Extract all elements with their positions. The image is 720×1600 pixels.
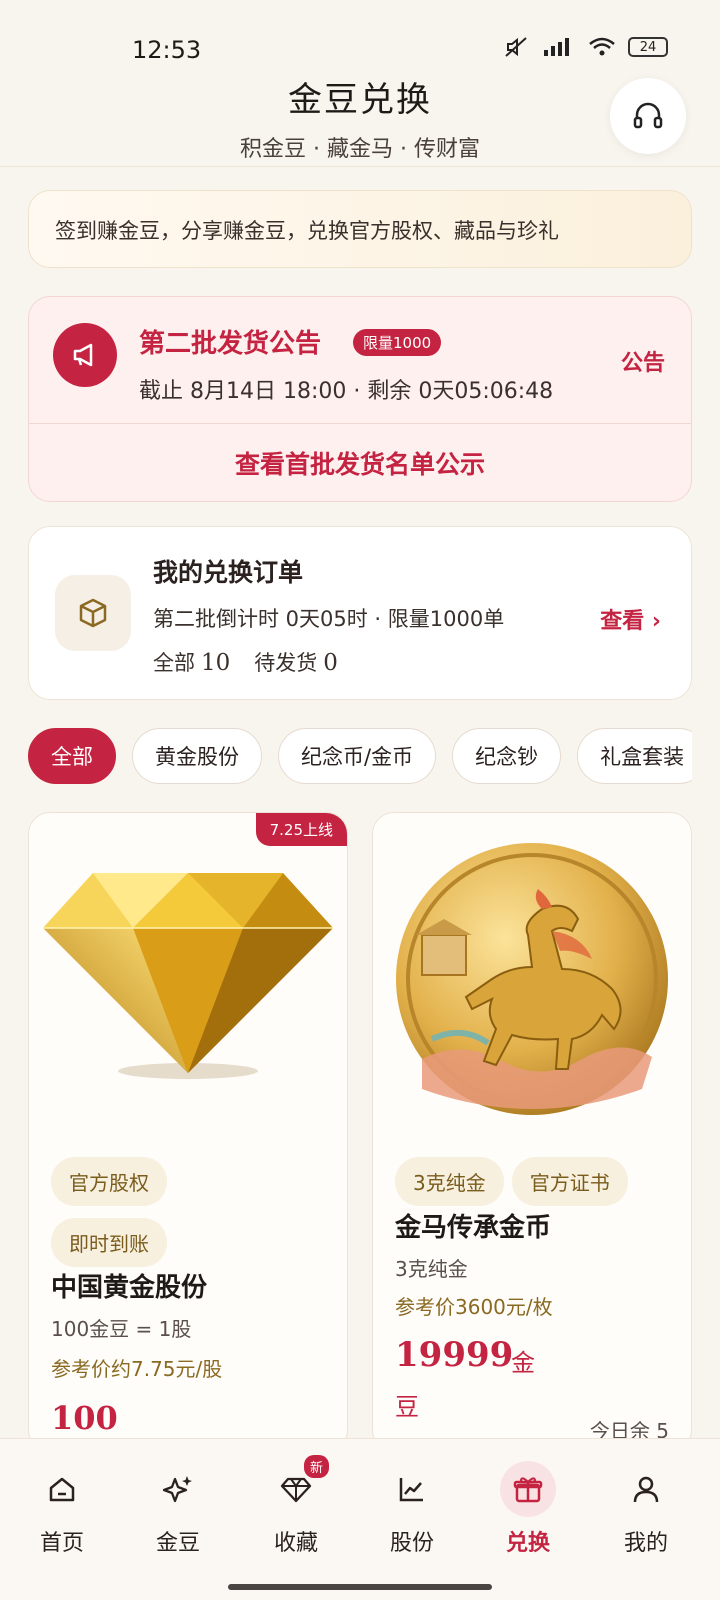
status-time: 12:53 [132,36,202,64]
product-price: 19999 [395,1335,514,1375]
orders-title: 我的兑换订单 [153,558,304,587]
status-icons: 24 [504,36,668,58]
signal-icon [544,38,569,56]
product-card-gold-shares[interactable]: 7.25上线 官方股权 即时到账 中国黄金股份 100金豆 = 1股 参考价约7… [28,812,348,1452]
product-reference-price: 参考价约7.75元/股 [51,1357,223,1381]
orders-pending[interactable]: 待发货 0 [254,647,338,677]
announcement-deadline: 截止 8月14日 18:00 · 剩余 0天05:06:48 [139,379,554,404]
tab-coins[interactable]: 纪念币/金币 [278,728,437,784]
price-unit-cont: 豆 [395,1393,419,1421]
announcement-link[interactable]: 公告 [621,345,665,377]
product-reference-price: 参考价3600元/枚 [395,1295,553,1319]
first-batch-list-link[interactable]: 查看首批发货名单公示 [29,423,691,503]
announcement-card[interactable]: 第二批发货公告 限量1000 截止 8月14日 18:00 · 剩余 0天05:… [28,296,692,502]
nav-profile[interactable]: 我的 [596,1461,696,1557]
price-unit: 金 [511,1349,535,1377]
product-card-gold-horse-coin[interactable]: 3克纯金 官方证书 金马传承金币 3克纯金 参考价3600元/枚 19999 金 … [372,812,692,1452]
new-badge: 新 [304,1455,330,1478]
launch-date-badge: 7.25上线 [255,813,347,846]
wifi-icon [589,37,615,56]
nav-home[interactable]: 首页 [12,1461,112,1557]
page-subtitle: 积金豆 · 藏金马 · 传财富 [240,137,480,162]
user-icon [618,1461,674,1517]
home-indicator[interactable] [228,1584,492,1590]
orders-all[interactable]: 全部 10 [153,647,230,677]
tag-official-equity: 官方股权 [51,1157,167,1206]
customer-service-button[interactable] [610,78,686,154]
tag-pure-gold: 3克纯金 [395,1157,504,1206]
product-name: 中国黄金股份 [51,1273,208,1303]
orders-counts: 全部 10 待发货 0 [153,647,338,677]
orders-countdown: 第二批倒计时 0天05时 · 限量1000单 [153,607,505,631]
product-name: 金马传承金币 [395,1213,552,1243]
nav-shares[interactable]: 股份 [362,1461,462,1557]
chart-icon [384,1461,440,1517]
box-icon [55,575,131,651]
product-rate: 100金豆 = 1股 [51,1317,192,1341]
home-icon [34,1461,90,1517]
mute-icon [505,37,527,57]
tab-gift-boxes[interactable]: 礼盒套装 [577,728,692,784]
product-price: 100 [51,1399,118,1437]
limit-badge: 限量1000 [353,329,442,356]
tab-all[interactable]: 全部 [28,728,116,784]
sparkle-icon [150,1461,206,1517]
product-tags: 官方股权 即时到账 [51,1157,341,1279]
nav-collection[interactable]: 新 收藏 [246,1455,346,1557]
megaphone-icon [53,323,117,387]
my-orders-card[interactable]: 我的兑换订单 第二批倒计时 0天05时 · 限量1000单 查看 › 全部 10 … [28,526,692,700]
tag-certificate: 官方证书 [511,1157,628,1206]
battery-icon: 24 [628,37,668,57]
gift-icon [500,1461,556,1517]
promo-banner: 签到赚金豆，分享赚金豆，兑换官方股权、藏品与珍礼 [28,190,692,268]
nav-exchange[interactable]: 兑换 [478,1461,578,1557]
announcement-title: 第二批发货公告 [139,329,322,359]
gold-diamond-image [29,813,347,1113]
gold-horse-coin-image [373,829,691,1129]
tab-banknotes[interactable]: 纪念钞 [452,728,562,784]
tab-gold-shares[interactable]: 黄金股份 [132,728,262,784]
header-divider [0,166,720,167]
headphones-icon [633,102,663,129]
tag-instant-credit: 即时到账 [51,1218,167,1267]
bottom-nav: 首页 金豆 新 收藏 股份 兑换 我的 [0,1438,720,1600]
nav-beans[interactable]: 金豆 [128,1461,228,1557]
orders-view-link[interactable]: 查看 › [600,603,661,635]
category-tabs: 全部 黄金股份 纪念币/金币 纪念钞 礼盒套装 [28,728,692,784]
product-spec: 3克纯金 [395,1257,468,1281]
